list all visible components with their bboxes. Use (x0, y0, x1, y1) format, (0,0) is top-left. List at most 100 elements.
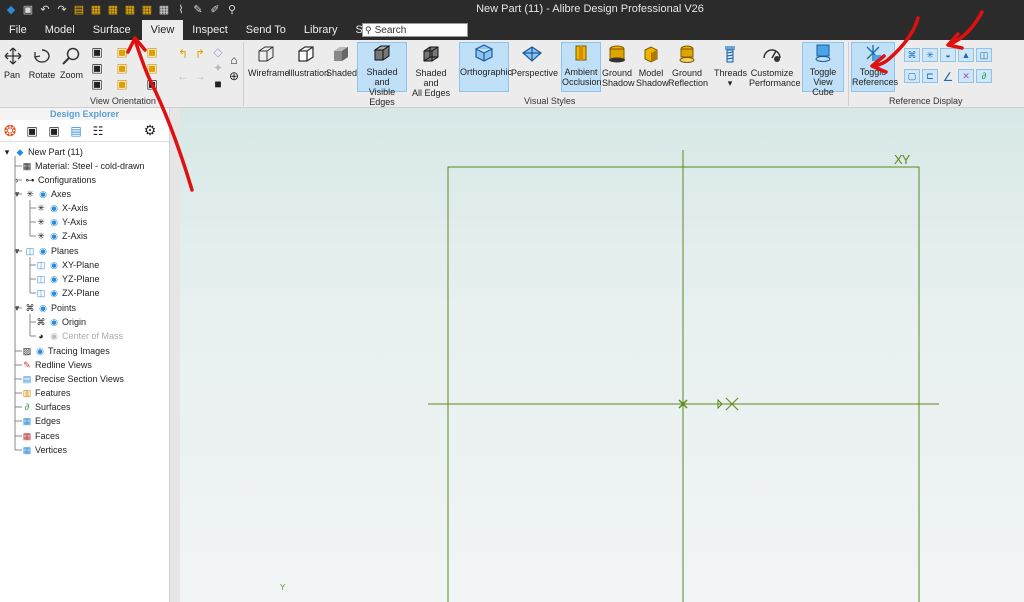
visibility-eye-icon[interactable]: ◉ (49, 274, 59, 284)
toggle-references-button[interactable]: Toggle References (851, 42, 898, 92)
view-top-icon[interactable]: ▣ (114, 60, 130, 76)
visibility-eye-icon[interactable]: ◉ (49, 288, 59, 298)
menu-surface[interactable]: Surface (84, 20, 140, 40)
tree-points[interactable]: ▾ ⌘ ◉ Points (12, 301, 76, 315)
view-back-icon[interactable]: ▣ (89, 60, 105, 76)
tree-precise-section-views[interactable]: ▤ Precise Section Views (22, 372, 124, 386)
center-view-icon[interactable]: ⊕ (226, 68, 242, 84)
tree-y-axis[interactable]: ✳ ◉ Y-Axis (36, 215, 87, 229)
tree-yz-plane[interactable]: ◫ ◉ YZ-Plane (36, 272, 100, 286)
toggle-view-cube-button[interactable]: Toggle View Cube (802, 42, 844, 97)
threads-button[interactable]: Threads ▾ (714, 44, 747, 92)
tree-root-new-part[interactable]: ▾ ◆ New Part (11) (2, 145, 83, 159)
search-input[interactable]: ⚲ Search (362, 23, 468, 37)
tree-xy-plane[interactable]: ◫ ◉ XY-Plane (36, 258, 99, 272)
visibility-eye-icon[interactable]: ◉ (49, 317, 59, 327)
zoom-button[interactable]: Zoom (60, 46, 83, 80)
tree-vertices[interactable]: ▦ Vertices (22, 443, 67, 457)
view-bottom-icon[interactable]: ▣ (114, 76, 130, 92)
rotate-left-icon[interactable]: ↰ (175, 46, 191, 62)
show-origin-icon[interactable]: ◒ (940, 48, 956, 62)
show-sketches-icon[interactable]: ▢ (904, 69, 920, 83)
menu-file[interactable]: File (0, 20, 36, 40)
ground-reflection-button[interactable]: Ground Reflection (668, 44, 708, 92)
home-view-icon[interactable]: ⌂ (226, 52, 242, 68)
view-custom-icon[interactable]: ▣ (144, 76, 160, 92)
visibility-eye-icon[interactable]: ◉ (38, 246, 48, 256)
show-curves-icon[interactable]: ✕ (958, 69, 974, 83)
shaded-button[interactable]: Shaded (326, 44, 357, 92)
panel-splitter[interactable] (170, 108, 180, 602)
tree-material[interactable]: ▦ Material: Steel - cold-drawn (22, 159, 145, 173)
settings-gear-icon[interactable]: ⚙ (142, 122, 158, 139)
show-points-icon[interactable]: ⌘ (904, 48, 920, 62)
ambient-occlusion-button[interactable]: Ambient Occlusion (561, 42, 602, 92)
rotate-right-icon[interactable]: ↱ (192, 46, 208, 62)
explorer-image-icon[interactable]: ▤ (68, 123, 84, 139)
collapse-chevron-icon[interactable]: ▾ (2, 147, 12, 157)
next-view-icon[interactable]: → (192, 68, 208, 84)
wireframe-button[interactable]: Wireframe (248, 44, 290, 92)
visibility-eye-icon[interactable]: ◉ (49, 231, 59, 241)
menu-send-to[interactable]: Send To (237, 20, 295, 40)
collapse-chevron-icon[interactable]: ▾ (12, 303, 22, 313)
tree-faces[interactable]: ▦ Faces (22, 429, 60, 443)
look-at-icon[interactable]: ◇ (210, 44, 226, 60)
tree-edges[interactable]: ▦ Edges (22, 414, 61, 428)
explorer-filter-icon[interactable]: ▣ (46, 123, 62, 139)
previous-view-icon[interactable]: ← (175, 68, 191, 84)
spin-icon[interactable]: ✦ (210, 60, 226, 76)
tree-redline-views[interactable]: ✎ Redline Views (22, 358, 92, 372)
explorer-view-icon[interactable]: ▣ (24, 123, 40, 139)
tree-z-axis[interactable]: ✳ ◉ Z-Axis (36, 229, 87, 243)
collapse-chevron-icon[interactable]: ▾ (12, 246, 22, 256)
tree-axes[interactable]: ▾ ✳ ◉ Axes (12, 187, 71, 201)
perspective-button[interactable]: Perspective (511, 44, 558, 92)
customize-performance-button[interactable]: Customize Performance (749, 44, 801, 92)
tree-center-of-mass[interactable]: ◕ ◉ Center of Mass (36, 329, 123, 343)
menu-inspect[interactable]: Inspect (183, 20, 236, 40)
view-iso-icon[interactable]: ▣ (114, 44, 130, 60)
rotate-button[interactable]: Rotate (28, 46, 56, 80)
color-wheel-icon[interactable]: ❂ (2, 123, 18, 140)
tree-zx-plane[interactable]: ◫ ◉ ZX-Plane (36, 286, 100, 300)
menu-library[interactable]: Library (295, 20, 347, 40)
visibility-eye-icon[interactable]: ◉ (49, 331, 59, 341)
tree-origin[interactable]: ⌘ ◉ Origin (36, 315, 87, 329)
visibility-eye-icon[interactable]: ◉ (49, 217, 59, 227)
tree-x-axis[interactable]: ✳ ◉ X-Axis (36, 201, 88, 215)
visibility-eye-icon[interactable]: ◉ (38, 303, 48, 313)
collapse-chevron-icon[interactable]: ▾ (12, 189, 22, 199)
tree-configurations[interactable]: › ⊶ Configurations (12, 173, 97, 187)
visibility-eye-icon[interactable]: ◉ (35, 346, 45, 356)
illustration-button[interactable]: Illustration (288, 44, 329, 92)
model-shadow-button[interactable]: Model Shadow (636, 44, 669, 92)
menu-view[interactable]: View (141, 20, 184, 40)
show-axes-icon[interactable]: ✳ (922, 48, 938, 62)
show-angles-icon[interactable]: ∠ (940, 69, 956, 85)
shaded-all-edges-button[interactable]: Shaded and All Edges (408, 44, 454, 98)
show-vertex-icon[interactable]: ▲ (958, 48, 974, 62)
show-dimensions-icon[interactable]: ⊏ (922, 69, 938, 83)
show-surfaces-icon[interactable]: ∂ (976, 69, 992, 83)
view-left-icon[interactable]: ▣ (89, 76, 105, 92)
expand-chevron-icon[interactable]: › (12, 175, 22, 185)
pan-button[interactable]: Pan (2, 46, 22, 80)
3d-viewport[interactable]: XY Y (180, 108, 1024, 602)
orthographic-button[interactable]: Orthographic (459, 42, 512, 92)
visibility-eye-icon[interactable]: ◉ (49, 203, 59, 213)
show-planes-icon[interactable]: ◫ (976, 48, 992, 62)
view-right-icon[interactable]: ▣ (144, 44, 160, 60)
tree-features[interactable]: ▥ Features (22, 386, 71, 400)
visibility-eye-icon[interactable]: ◉ (38, 189, 48, 199)
threads-dropdown-icon[interactable]: ▾ (728, 78, 733, 88)
shaded-visible-edges-button[interactable]: Shaded and Visible Edges (357, 42, 407, 107)
view-front-icon[interactable]: ▣ (89, 44, 105, 60)
camera-icon[interactable]: ■ (210, 76, 226, 92)
tree-tracing-images[interactable]: ▨ ◉ Tracing Images (22, 344, 110, 358)
tree-planes[interactable]: ▾ ◫ ◉ Planes (12, 244, 79, 258)
visibility-eye-icon[interactable]: ◉ (49, 260, 59, 270)
ground-shadow-button[interactable]: Ground Shadow (602, 44, 635, 92)
view-normal-icon[interactable]: ▣ (144, 60, 160, 76)
tree-surfaces[interactable]: ∂ Surfaces (22, 400, 71, 414)
